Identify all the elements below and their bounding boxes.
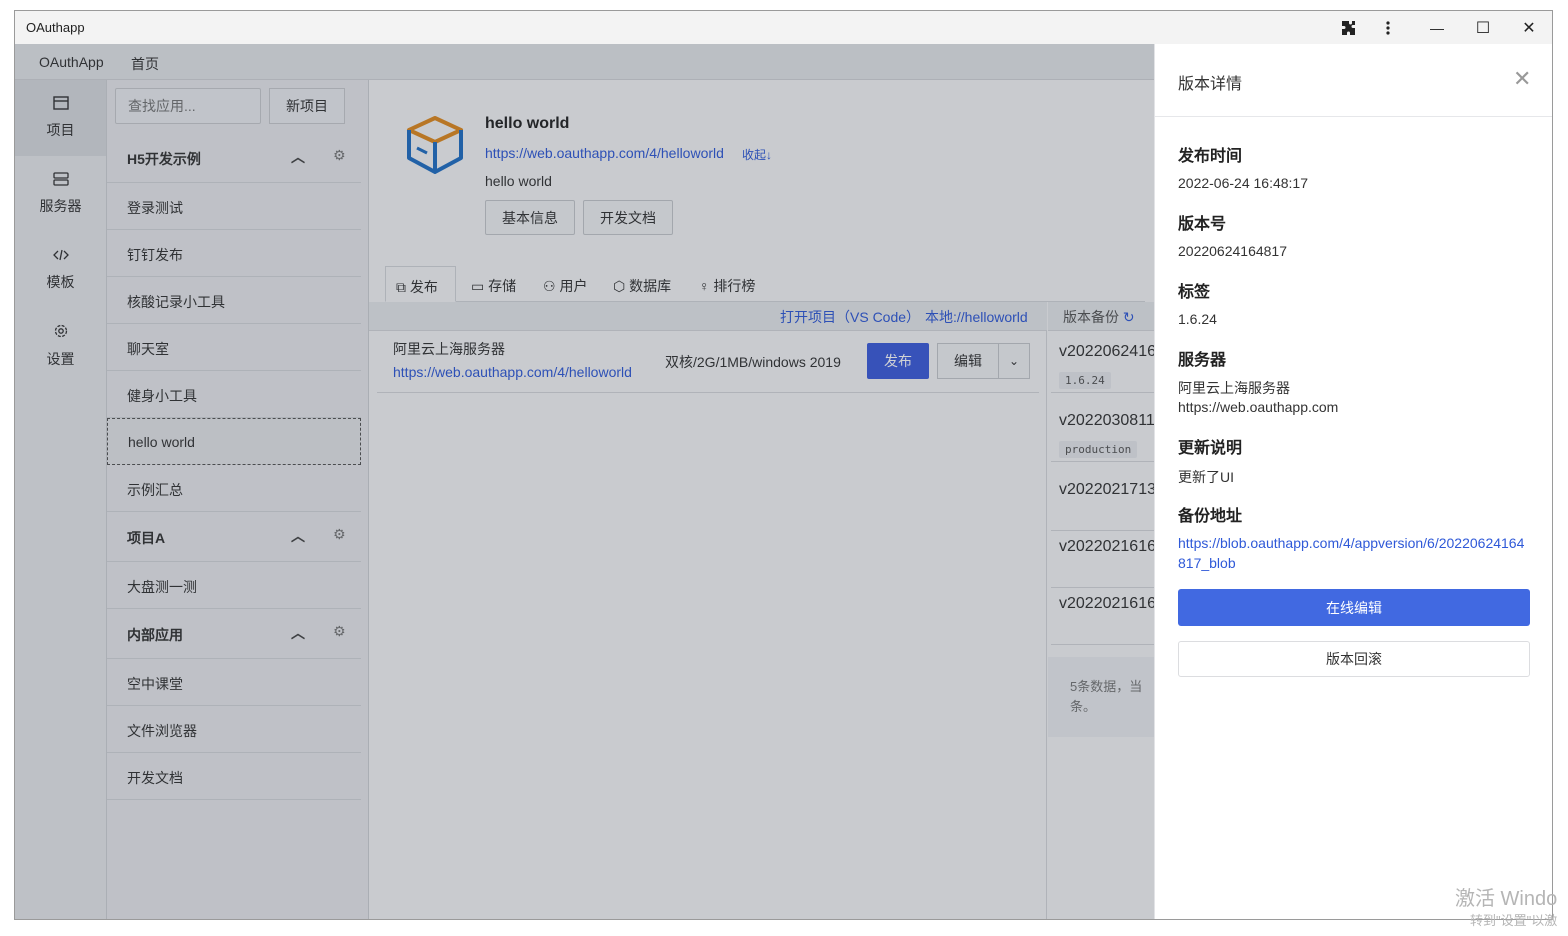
version-detail-drawer: 版本详情 ✕ 发布时间 2022-06-24 16:48:17 版本号 2022… bbox=[1154, 44, 1552, 919]
server-url-value: https://web.oauthapp.com bbox=[1178, 399, 1339, 415]
activation-watermark: 激活 Windo bbox=[1455, 888, 1558, 910]
tag-label: 标签 bbox=[1178, 284, 1211, 301]
window-title: OAuthapp bbox=[26, 20, 85, 35]
drawer-title: 版本详情 bbox=[1178, 76, 1243, 93]
server-name-value: 阿里云上海服务器 bbox=[1178, 380, 1290, 396]
maximize-button[interactable]: ☐ bbox=[1460, 11, 1506, 44]
app-window: OAuthapp — ☐ ✕ OAuthApp 首页 项目 服务器 模板 设置 … bbox=[14, 10, 1553, 920]
online-edit-button[interactable]: 在线编辑 bbox=[1178, 589, 1530, 626]
modal-overlay[interactable] bbox=[15, 44, 1154, 919]
publish-time-label: 发布时间 bbox=[1178, 148, 1243, 165]
version-label: 版本号 bbox=[1178, 216, 1227, 233]
server-label: 服务器 bbox=[1178, 352, 1227, 369]
app-body: OAuthApp 首页 项目 服务器 模板 设置 查找应用... 新项目 H5开… bbox=[15, 44, 1552, 919]
close-window-button[interactable]: ✕ bbox=[1506, 11, 1552, 44]
rollback-button[interactable]: 版本回滚 bbox=[1178, 641, 1530, 677]
publish-time-value: 2022-06-24 16:48:17 bbox=[1178, 175, 1308, 191]
more-vertical-icon[interactable] bbox=[1365, 11, 1411, 44]
version-value: 20220624164817 bbox=[1178, 243, 1288, 259]
backup-url-link[interactable]: https://blob.oauthapp.com/4/appversion/6… bbox=[1178, 533, 1530, 573]
title-bar: OAuthapp — ☐ ✕ bbox=[15, 11, 1552, 44]
notes-value: 更新了UI bbox=[1178, 469, 1234, 485]
activation-watermark-sub: 转到"设置"以激 bbox=[1470, 913, 1558, 928]
tag-value: 1.6.24 bbox=[1178, 311, 1217, 327]
backup-label: 备份地址 bbox=[1178, 508, 1243, 525]
close-icon[interactable]: ✕ bbox=[1513, 66, 1531, 92]
drawer-header: 版本详情 ✕ bbox=[1155, 44, 1552, 117]
notes-label: 更新说明 bbox=[1178, 440, 1243, 457]
minimize-button[interactable]: — bbox=[1414, 11, 1460, 44]
